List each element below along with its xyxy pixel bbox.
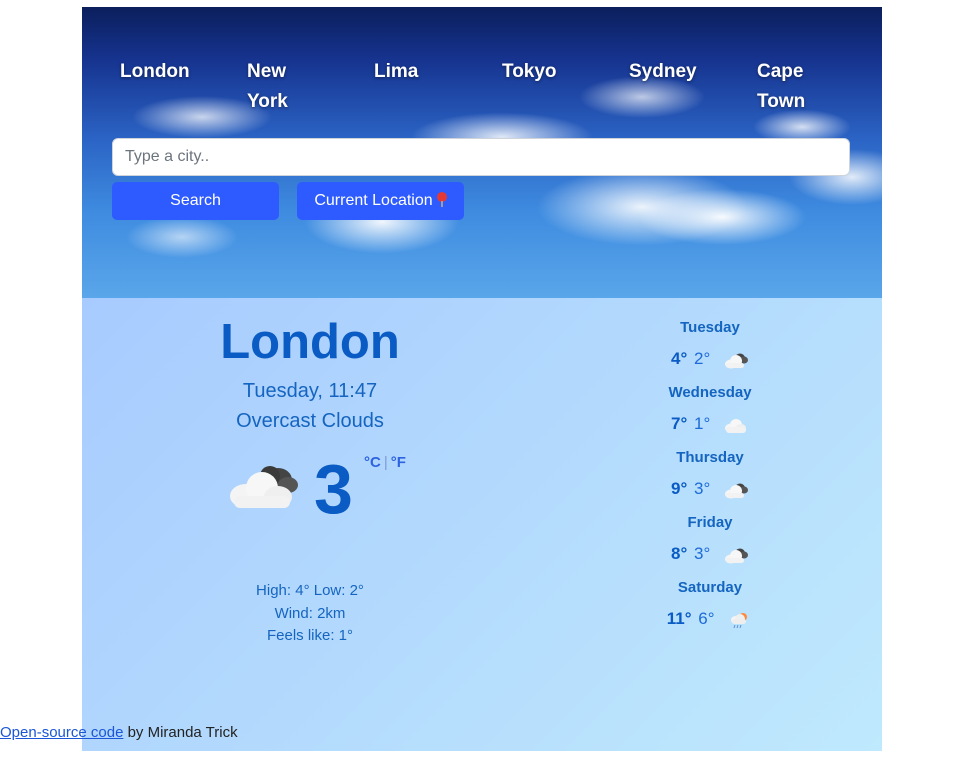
city-title: London	[220, 315, 400, 369]
city-search-input[interactable]	[112, 138, 850, 176]
forecast-day-name: Wednesday	[668, 384, 752, 401]
forecast-temps: 4° 2°	[642, 348, 778, 370]
high-low: High: 4° Low: 2°	[256, 582, 364, 599]
forecast-low: 3°	[694, 544, 711, 563]
cloud-icon	[230, 466, 298, 508]
forecast-low: 1°	[694, 414, 711, 433]
broken-clouds-icon	[725, 353, 748, 369]
city-link-london[interactable]: London	[120, 57, 210, 87]
city-link-new-york[interactable]: New York	[247, 57, 307, 117]
current-location-label: Current Location	[314, 192, 433, 209]
rain-icon	[731, 612, 748, 628]
city-link-cape-town[interactable]: Cape Town	[757, 57, 817, 117]
forecast-high: 11°	[666, 609, 692, 628]
forecast-day: Tuesday 4° 2°	[642, 318, 778, 383]
forecast-temps: 9° 3°	[642, 478, 778, 500]
current-weather: London Tuesday, 11:47 Overcast Clouds 3 …	[160, 298, 460, 648]
fahrenheit-link[interactable]: °F	[391, 454, 406, 471]
forecast-high: 7°	[671, 414, 688, 433]
forecast-temps: 11° 6°	[642, 608, 778, 630]
weather-details: High: 4° Low: 2° Wind: 2km Feels like: 1…	[160, 580, 460, 648]
current-temperature: 3	[314, 450, 353, 528]
author-credit: by Miranda Trick	[123, 724, 238, 741]
forecast-low: 2°	[694, 349, 711, 368]
sky-header: London New York Lima Tokyo Sydney Cape T…	[82, 7, 882, 298]
feels-like: Feels like: 1°	[266, 627, 354, 644]
forecast-high: 9°	[671, 479, 688, 498]
wind: Wind: 2km	[274, 604, 346, 622]
broken-clouds-icon	[725, 548, 748, 564]
temperature-row: 3 °C | °F	[160, 446, 460, 536]
footer: Open-source code by Miranda Trick	[0, 724, 238, 742]
forecast-day-name: Saturday	[677, 579, 743, 596]
forecast-day-name: Thursday	[676, 449, 744, 466]
forecast-day: Friday 8° 3°	[642, 513, 778, 578]
pin-icon	[436, 192, 447, 207]
forecast-temps: 7° 1°	[642, 413, 778, 435]
forecast-low: 3°	[694, 479, 711, 498]
forecast-day-name: Tuesday	[680, 319, 740, 336]
forecast-day: Thursday 9° 3°	[642, 448, 778, 513]
weather-description: Overcast Clouds	[236, 410, 384, 432]
city-link-sydney[interactable]: Sydney	[629, 57, 719, 87]
city-link-tokyo[interactable]: Tokyo	[502, 57, 592, 87]
forecast-list: Tuesday 4° 2° Wednesday 7° 1° Thursday 9…	[642, 318, 778, 643]
forecast-high: 8°	[671, 544, 688, 563]
source-code-link[interactable]: Open-source code	[0, 724, 123, 741]
search-button[interactable]: Search	[112, 182, 279, 220]
celsius-link[interactable]: °C	[364, 454, 381, 471]
forecast-high: 4°	[671, 349, 688, 368]
broken-clouds-icon	[725, 483, 748, 499]
city-nav: London New York Lima Tokyo Sydney Cape T…	[120, 57, 860, 127]
forecast-day-name: Friday	[687, 514, 733, 531]
date-time: Tuesday, 11:47	[242, 380, 378, 402]
forecast-day: Wednesday 7° 1°	[642, 383, 778, 448]
city-link-lima[interactable]: Lima	[374, 57, 464, 87]
cloud-icon	[725, 418, 746, 433]
forecast-day: Saturday 11° 6°	[642, 578, 778, 643]
current-location-button[interactable]: Current Location	[297, 182, 464, 220]
weather-app: London New York Lima Tokyo Sydney Cape T…	[82, 7, 882, 751]
unit-toggle: °C | °F	[364, 454, 406, 471]
weather-panel: London Tuesday, 11:47 Overcast Clouds 3 …	[82, 298, 882, 751]
forecast-temps: 8° 3°	[642, 543, 778, 565]
forecast-low: 6°	[698, 609, 715, 628]
unit-separator: |	[383, 454, 388, 471]
